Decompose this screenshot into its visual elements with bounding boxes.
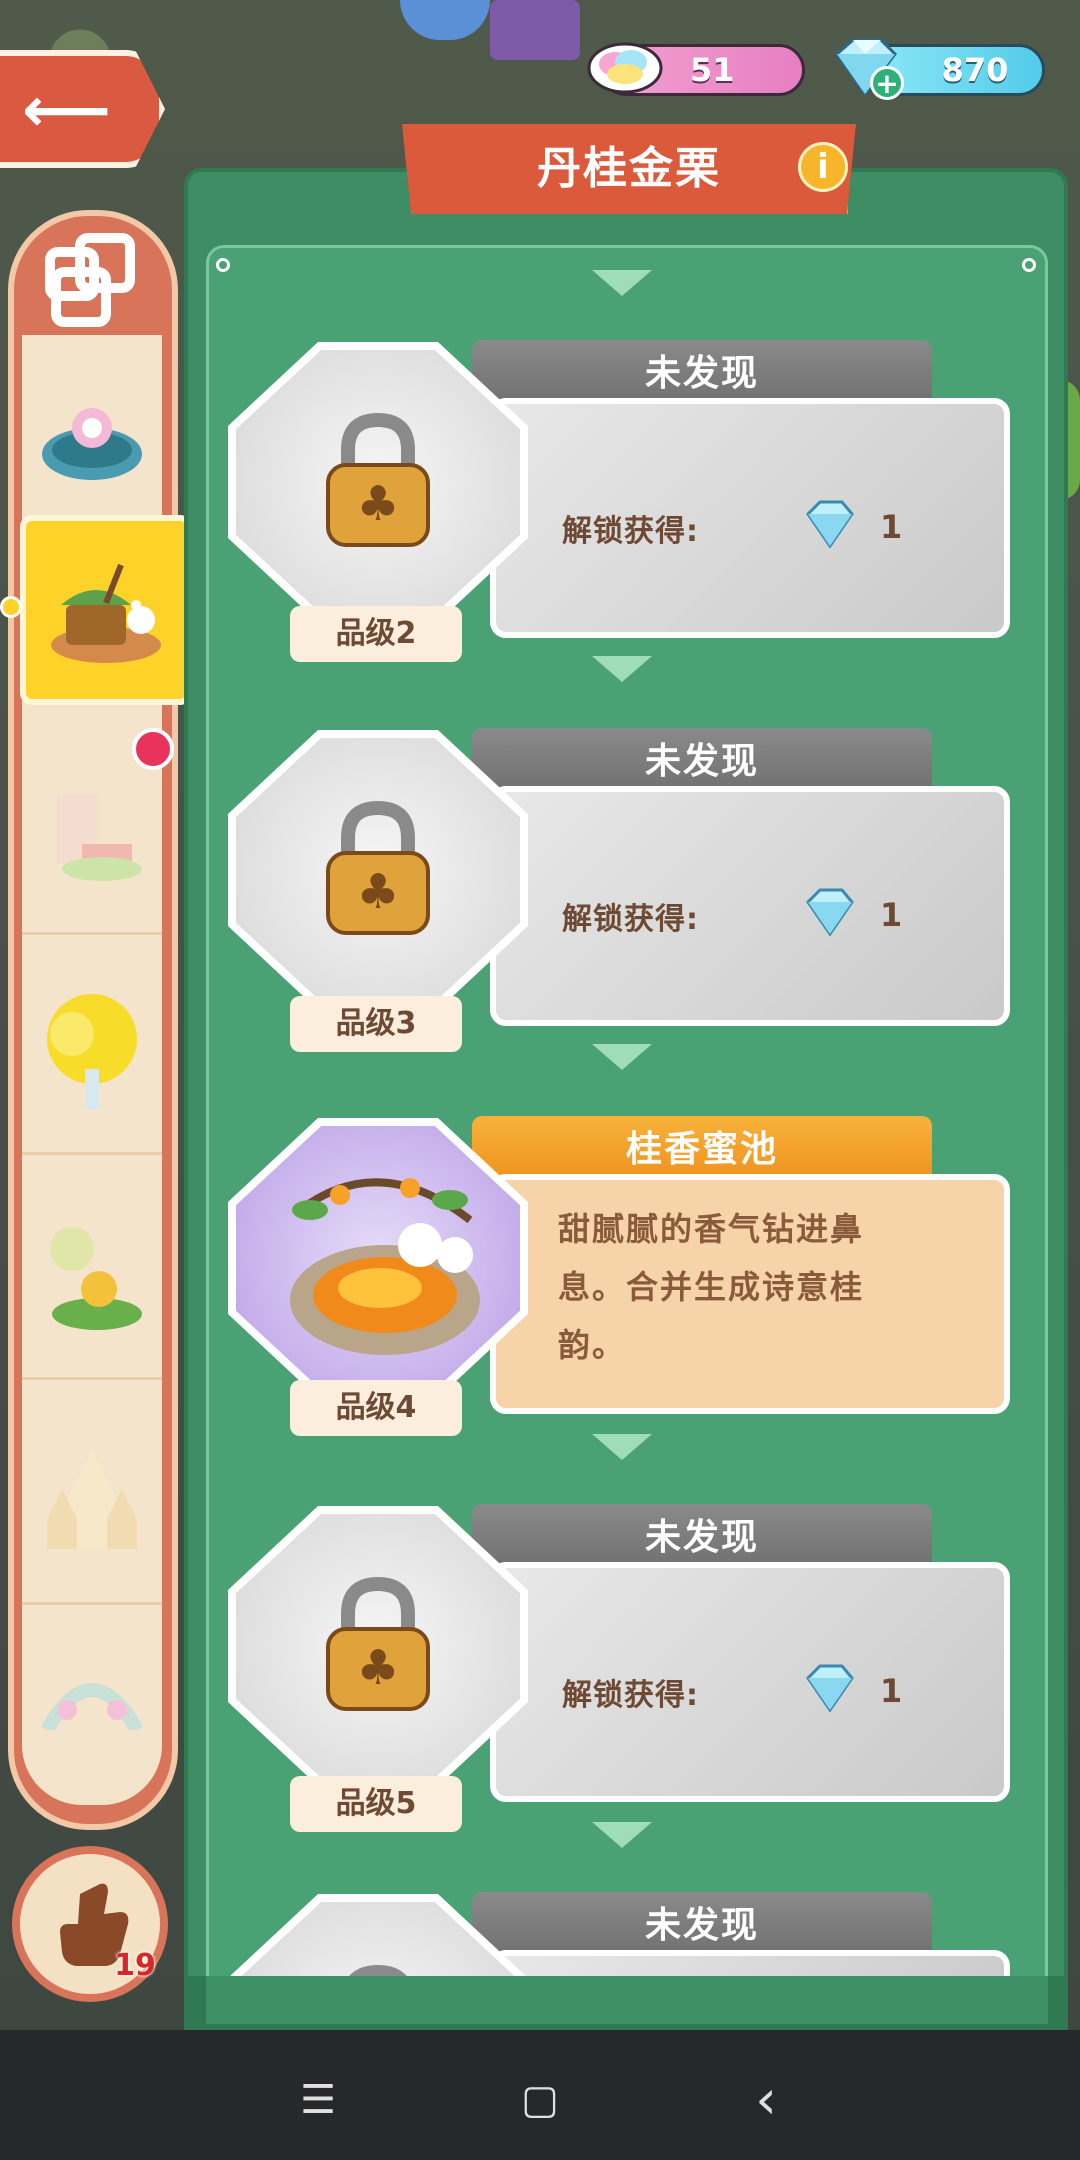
- golden-tree-thumbnail: [47, 993, 137, 1109]
- grade-label: 品级4: [290, 1380, 462, 1436]
- osmanthus-basket-thumbnail: [51, 563, 161, 663]
- sidebar-item-osmanthus-garden[interactable]: [20, 515, 192, 705]
- rainbow-cloud-icon: [587, 42, 663, 94]
- sidebar-item-garden-table[interactable]: [22, 735, 162, 935]
- reward-count: 1: [880, 1672, 903, 1710]
- gem-icon: [806, 1664, 854, 1713]
- reward-count: 1: [880, 508, 903, 546]
- gem-count: 870: [941, 51, 1009, 89]
- lock-icon: ♣: [326, 800, 430, 935]
- chevron-down-icon: [592, 656, 652, 682]
- reward-label: 解锁获得:: [562, 902, 699, 937]
- gem-icon: [806, 888, 854, 937]
- menu-nav-button[interactable]: ☰: [288, 2070, 348, 2130]
- collection-toggle-icon[interactable]: [22, 220, 162, 340]
- svg-text:♣: ♣: [356, 476, 399, 532]
- garden-table-thumbnail: [57, 793, 142, 881]
- sidebar-item-crystal-palace[interactable]: [22, 1405, 162, 1605]
- crystal-palace-thumbnail: [47, 1448, 137, 1549]
- chevron-down-icon: [592, 270, 652, 296]
- grade-label: 品级3: [290, 996, 462, 1052]
- chevron-down-icon: [592, 1434, 652, 1460]
- reward-count: 1: [880, 896, 903, 934]
- chevron-down-icon: [592, 1044, 652, 1070]
- back-arrow-icon: ⟵: [22, 73, 111, 146]
- svg-text:♣: ♣: [356, 1640, 399, 1696]
- item-description-line: 韵。: [558, 1326, 627, 1364]
- back-nav-button[interactable]: ‹: [736, 2070, 796, 2130]
- item-description-line: 息。合并生成诗意桂: [558, 1268, 865, 1306]
- chevron-down-icon: [592, 1822, 652, 1848]
- honey-pool-item-art: [290, 1178, 480, 1355]
- auto-tap-count: 19: [114, 1948, 156, 1983]
- flower-arch-thumbnail: [40, 1683, 144, 1730]
- background-gift-decoration: [490, 0, 580, 60]
- sidebar-item-flower-arch[interactable]: [22, 1630, 162, 1750]
- selection-marker: [0, 596, 22, 618]
- chick-nest-thumbnail: [50, 1226, 142, 1330]
- sidebar-item-golden-tree[interactable]: [22, 955, 162, 1155]
- corner-rivet: [1022, 258, 1036, 272]
- lock-icon: ♣: [326, 412, 430, 547]
- reward-label: 解锁获得:: [562, 1678, 699, 1713]
- rainbow-count: 51: [690, 51, 735, 89]
- panel-title: 丹桂金栗: [537, 143, 721, 194]
- sidebar-item-chick-nest[interactable]: [22, 1180, 162, 1380]
- reward-label: 解锁获得:: [562, 514, 699, 549]
- svg-text:♣: ♣: [356, 864, 399, 920]
- home-nav-button[interactable]: ▢: [510, 2070, 570, 2130]
- gem-icon: [806, 500, 854, 549]
- lotus-pond-thumbnail: [42, 407, 142, 480]
- lock-icon: ♣: [326, 1576, 430, 1711]
- grade-label: 品级2: [290, 606, 462, 662]
- corner-rivet: [216, 258, 230, 272]
- panel-footer-strip: [206, 1976, 1048, 2024]
- grade-label: 品级5: [290, 1776, 462, 1832]
- item-description-line: 甜腻腻的香气钻进鼻: [558, 1210, 865, 1248]
- info-button[interactable]: i: [798, 142, 848, 192]
- add-gems-button[interactable]: +: [870, 66, 904, 100]
- back-button[interactable]: ⟵: [0, 50, 165, 168]
